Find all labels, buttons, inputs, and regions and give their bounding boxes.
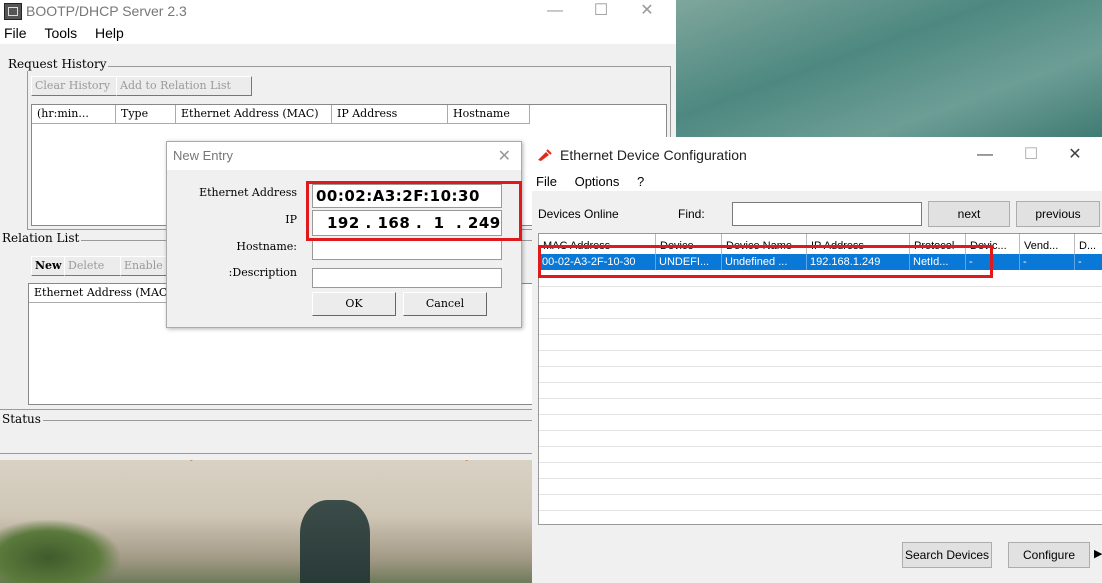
grid-row-line [539, 398, 1102, 399]
new-entry-title: New Entry [173, 148, 233, 163]
grid-row-line [539, 334, 1102, 335]
search-devices-button[interactable]: Search Devices [902, 542, 992, 568]
menu-help[interactable]: Help [95, 22, 124, 44]
hostname-field[interactable] [312, 240, 502, 260]
edc-menu-file[interactable]: File [536, 173, 557, 191]
configure-button[interactable]: Configure [1008, 542, 1090, 568]
minimize-icon[interactable]: — [532, 0, 578, 22]
desktop-stream-image [300, 500, 370, 583]
grid-row-line [539, 462, 1102, 463]
col-device[interactable]: Device [656, 234, 722, 255]
column-mac[interactable]: Ethernet Address (MAC) [176, 105, 332, 124]
chevron-right-icon[interactable]: ▶ [1094, 547, 1102, 560]
col-mac-address[interactable]: MAC Address [539, 234, 656, 255]
bootp-titlebar[interactable]: BOOTP/DHCP Server 2.3 — ☐ ✕ [0, 0, 676, 22]
grid-row-line [539, 510, 1102, 511]
column-type[interactable]: Type [116, 105, 176, 124]
column-relation-mac[interactable]: Ethernet Address (MAC) [29, 284, 185, 303]
grid-row-line [539, 414, 1102, 415]
cell-vendor: - [1020, 254, 1075, 270]
new-entry-titlebar[interactable]: New Entry ✕ [167, 142, 521, 170]
clear-history-button[interactable]: Clear History [31, 76, 119, 96]
description-label: Description: [228, 266, 297, 279]
edc-menu-options[interactable]: Options [575, 173, 620, 191]
edc-toolbar: Devices Online Find: next previous [532, 200, 1102, 230]
grid-row-line [539, 350, 1102, 351]
new-button[interactable]: New [31, 256, 65, 276]
dialog-close-icon[interactable]: ✕ [498, 146, 511, 166]
desktop-tree-image [0, 520, 120, 583]
grid-row-line [539, 446, 1102, 447]
edc-titlebar[interactable]: Ethernet Device Configuration — ☐ ✕ [532, 137, 1102, 173]
grid-row-line [539, 302, 1102, 303]
menu-tools[interactable]: Tools [44, 22, 77, 44]
devices-grid[interactable]: MAC Address Device Device Name IP Addres… [538, 233, 1102, 525]
col-ip-address[interactable]: IP Address [807, 234, 910, 255]
maximize-icon[interactable]: ☐ [578, 0, 624, 22]
menu-file[interactable]: File [4, 22, 27, 44]
ip-address-value: 192 . 168 . 1 . 249 [327, 214, 501, 232]
edc-minimize-icon[interactable]: — [962, 144, 1008, 166]
desktop-background-top [676, 0, 1102, 140]
col-d[interactable]: D... [1075, 234, 1102, 255]
ip-label: IP [285, 213, 297, 226]
grid-row-line [539, 430, 1102, 431]
grid-row-line [539, 494, 1102, 495]
column-ip[interactable]: IP Address [332, 105, 448, 124]
cell-protocol: NetId... [910, 254, 966, 270]
delete-button[interactable]: Delete [64, 256, 122, 276]
column-time[interactable]: (hr:min... [32, 105, 116, 124]
cell-device-type: - [966, 254, 1020, 270]
edc-menubar: File Options ? [532, 173, 1102, 191]
ip-address-field[interactable]: 192 . 168 . 1 . 249 [312, 210, 502, 236]
cancel-button[interactable]: Cancel [403, 292, 487, 316]
cell-device: UNDEFI... [656, 254, 722, 270]
cell-mac: 00-02-A3-2F-10-30 [539, 254, 656, 270]
col-device-name[interactable]: Device Name [722, 234, 807, 255]
ok-button[interactable]: OK [312, 292, 396, 316]
devices-online-label: Devices Online [538, 207, 619, 221]
edc-menu-help[interactable]: ? [637, 173, 644, 191]
ethernet-address-field[interactable]: 00:02:A3:2F:10:30 [312, 184, 502, 208]
network-plug-icon [538, 149, 552, 161]
previous-button[interactable]: previous [1016, 201, 1100, 227]
bootp-title: BOOTP/DHCP Server 2.3 [26, 3, 187, 19]
edc-maximize-icon[interactable]: ☐ [1008, 144, 1054, 166]
request-history-label: Request History [6, 57, 109, 71]
grid-row-line [539, 382, 1102, 383]
grid-row-line [539, 478, 1102, 479]
relation-list-label: Relation List [0, 231, 82, 245]
cell-device-name: Undefined ... [722, 254, 807, 270]
column-hostname[interactable]: Hostname [448, 105, 530, 124]
cell-ip: 192.168.1.249 [807, 254, 910, 270]
status-label: Status [0, 412, 43, 426]
col-device-type[interactable]: Devic... [966, 234, 1020, 255]
edc-close-icon[interactable]: ✕ [1052, 144, 1098, 166]
find-label: Find: [678, 207, 705, 221]
grid-row-line [539, 286, 1102, 287]
hostname-label: Hostname: [236, 240, 297, 253]
ethernet-address-value: 00:02:A3:2F:10:30 [316, 187, 480, 205]
edc-window: Ethernet Device Configuration — ☐ ✕ File… [532, 137, 1102, 583]
edc-title: Ethernet Device Configuration [560, 147, 747, 163]
bootp-menubar: File Tools Help [0, 22, 676, 44]
next-button[interactable]: next [928, 201, 1010, 227]
device-row-selected[interactable]: 00-02-A3-2F-10-30 UNDEFI... Undefined ..… [539, 254, 1102, 270]
new-entry-dialog: New Entry ✕ Ethernet Address 00:02:A3:2F… [166, 141, 522, 328]
find-input[interactable] [732, 202, 922, 226]
grid-row-line [539, 318, 1102, 319]
col-vendor[interactable]: Vend... [1020, 234, 1075, 255]
description-field[interactable] [312, 268, 502, 288]
close-icon[interactable]: ✕ [624, 0, 670, 22]
cell-d: - [1075, 254, 1102, 270]
bootp-app-icon [4, 3, 22, 20]
ethernet-address-label: Ethernet Address [199, 186, 297, 199]
col-protocol[interactable]: Protocol [910, 234, 966, 255]
add-to-relation-list-button[interactable]: Add to Relation List [116, 76, 252, 96]
grid-row-line [539, 366, 1102, 367]
